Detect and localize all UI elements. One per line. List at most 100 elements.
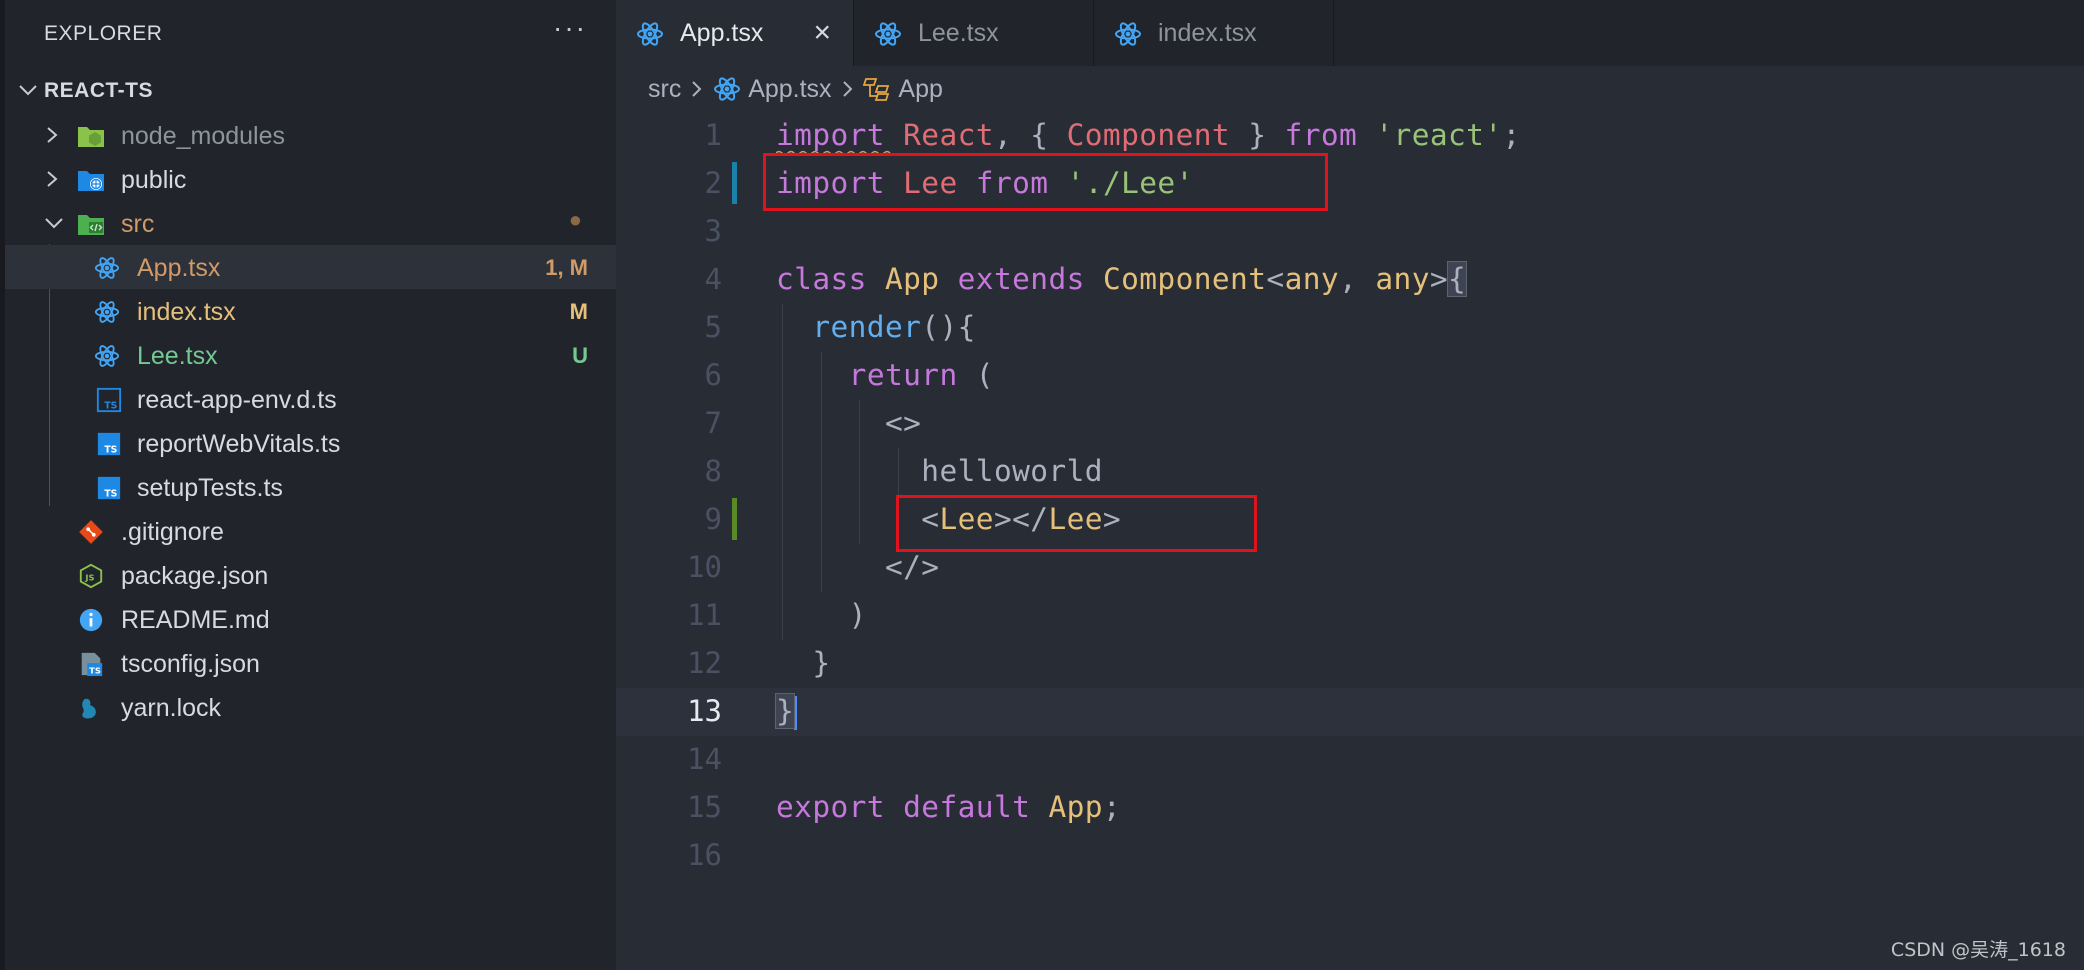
tsconfig-icon: TS bbox=[81, 652, 103, 677]
react-file-icon bbox=[1115, 22, 1141, 46]
chevron-down-icon bbox=[19, 85, 37, 96]
tree-item-label: setupTests.ts bbox=[137, 474, 283, 502]
code-text: ) bbox=[848, 598, 867, 632]
git-icon bbox=[79, 520, 103, 544]
code-line: 11 ) bbox=[616, 592, 2084, 640]
tab-lee-tsx[interactable]: Lee.tsx bbox=[854, 0, 1094, 66]
folder-public-icon bbox=[78, 171, 104, 191]
line-number: 5 bbox=[704, 310, 722, 344]
chevron-right-icon bbox=[692, 81, 702, 98]
tab-index-tsx[interactable]: index.tsx bbox=[1094, 0, 1334, 66]
class-symbol-icon bbox=[863, 78, 890, 102]
tree-item-node-modules[interactable]: node_modules bbox=[5, 113, 616, 157]
tree-item-report-web-vitals[interactable]: TS reportWebVitals.ts bbox=[5, 421, 616, 465]
line-number: 7 bbox=[704, 406, 722, 440]
annotation-box-import bbox=[763, 153, 1328, 211]
line-number: 9 bbox=[704, 502, 722, 536]
react-file-icon bbox=[94, 345, 120, 367]
watermark: CSDN @吴涛_1618 bbox=[1890, 939, 2066, 961]
code-line: 12 } bbox=[616, 640, 2084, 688]
code-line: 7 <> bbox=[616, 400, 2084, 448]
tree-item-yarn-lock[interactable]: yarn.lock bbox=[5, 685, 616, 729]
svg-text:TS: TS bbox=[104, 488, 117, 499]
workspace-section-header[interactable]: REACT-TS bbox=[5, 70, 616, 110]
react-file-icon bbox=[94, 301, 120, 323]
breadcrumb: src App.tsx App bbox=[648, 74, 943, 108]
editor-tab-bar: App.tsx × Lee.tsx index.tsx bbox=[616, 0, 2084, 66]
line-number: 8 bbox=[704, 454, 722, 488]
code-line: 16 bbox=[616, 832, 2084, 880]
tree-item-setup-tests[interactable]: TS setupTests.ts bbox=[5, 465, 616, 509]
tree-item-label: README.md bbox=[121, 606, 270, 634]
code-text: <> bbox=[884, 406, 922, 440]
tree-item-label: index.tsx bbox=[137, 298, 236, 326]
git-status-badge: 1, M bbox=[545, 255, 588, 280]
tree-item-src[interactable]: src ● bbox=[5, 201, 616, 245]
line-number: 6 bbox=[704, 358, 722, 392]
code-line: 6 return ( bbox=[616, 352, 2084, 400]
git-modified-marker bbox=[732, 162, 737, 204]
tree-item-label: yarn.lock bbox=[121, 694, 222, 722]
close-tab-icon[interactable]: × bbox=[813, 16, 831, 50]
tree-item-label: package.json bbox=[121, 562, 269, 590]
code-text: export default App; bbox=[776, 790, 1122, 824]
tab-app-tsx[interactable]: App.tsx × bbox=[616, 0, 854, 66]
tree-item-label: src bbox=[121, 210, 155, 238]
tree-item-app-tsx[interactable]: App.tsx 1, M bbox=[5, 245, 616, 289]
code-line: 5 render(){ bbox=[616, 304, 2084, 352]
line-number: 1 bbox=[704, 118, 722, 152]
annotation-box-lee-tag bbox=[896, 495, 1257, 552]
code-text: render(){ bbox=[812, 310, 976, 344]
breadcrumb-symbol[interactable]: App bbox=[898, 75, 942, 103]
explorer-sidebar: EXPLORER ··· REACT-TS node_modules publi… bbox=[0, 0, 616, 970]
code-line: 4 class App extends Component<any, any>{ bbox=[616, 256, 2084, 304]
code-text: return ( bbox=[848, 358, 994, 392]
tab-label: App.tsx bbox=[680, 19, 764, 47]
tab-label: Lee.tsx bbox=[918, 19, 999, 47]
nodejs-icon: JS bbox=[79, 563, 103, 589]
code-text: } bbox=[774, 693, 798, 730]
code-line: 15 export default App; bbox=[616, 784, 2084, 832]
tree-item-label: node_modules bbox=[121, 122, 286, 150]
tree-item-package-json[interactable]: JS package.json bbox=[5, 553, 616, 597]
line-number: 14 bbox=[687, 742, 722, 776]
svg-text:TS: TS bbox=[89, 665, 101, 675]
breadcrumb-folder[interactable]: src bbox=[648, 75, 681, 103]
breadcrumb-file[interactable]: App.tsx bbox=[748, 75, 831, 103]
code-text: </> bbox=[884, 550, 940, 584]
tree-item-label: public bbox=[121, 166, 187, 194]
tree-item-tsconfig[interactable]: TS tsconfig.json bbox=[5, 641, 616, 685]
code-line: 3 bbox=[616, 208, 2084, 256]
chevron-right-icon bbox=[47, 127, 58, 143]
line-number: 13 bbox=[687, 694, 722, 728]
code-text: } bbox=[812, 646, 831, 680]
code-line-current: 13 } bbox=[616, 688, 2084, 736]
tree-item-label: react-app-env.d.ts bbox=[137, 386, 337, 414]
more-actions-icon[interactable]: ··· bbox=[553, 12, 587, 44]
code-editor[interactable]: 1 import React, { Component } from 'reac… bbox=[616, 112, 2084, 970]
git-added-marker bbox=[732, 498, 737, 540]
tab-label: index.tsx bbox=[1158, 19, 1257, 47]
tree-item-lee-tsx[interactable]: Lee.tsx U bbox=[5, 333, 616, 377]
workspace-title: REACT-TS bbox=[44, 79, 153, 102]
tree-item-react-app-env[interactable]: TS react-app-env.d.ts bbox=[5, 377, 616, 421]
svg-text:TS: TS bbox=[104, 444, 117, 455]
tree-item-label: .gitignore bbox=[121, 518, 224, 546]
chevron-down-icon bbox=[45, 218, 63, 229]
tree-item-index-tsx[interactable]: index.tsx M bbox=[5, 289, 616, 333]
tree-item-readme[interactable]: README.md bbox=[5, 597, 616, 641]
yarn-icon bbox=[82, 698, 96, 719]
info-icon bbox=[79, 608, 103, 632]
line-number: 16 bbox=[687, 838, 722, 872]
tree-item-gitignore[interactable]: .gitignore bbox=[5, 509, 616, 553]
typescript-def-icon: TS bbox=[96, 387, 122, 413]
tree-item-label: tsconfig.json bbox=[121, 650, 260, 678]
text-cursor bbox=[794, 695, 798, 730]
folder-src-icon bbox=[78, 215, 104, 235]
tree-item-public[interactable]: public bbox=[5, 157, 616, 201]
code-line: 9 <Lee></Lee> bbox=[616, 496, 2084, 544]
modified-dot: ● bbox=[568, 207, 582, 232]
code-line: 10 </> bbox=[616, 544, 2084, 592]
line-number: 11 bbox=[687, 598, 722, 632]
tree-item-label: reportWebVitals.ts bbox=[137, 430, 341, 458]
